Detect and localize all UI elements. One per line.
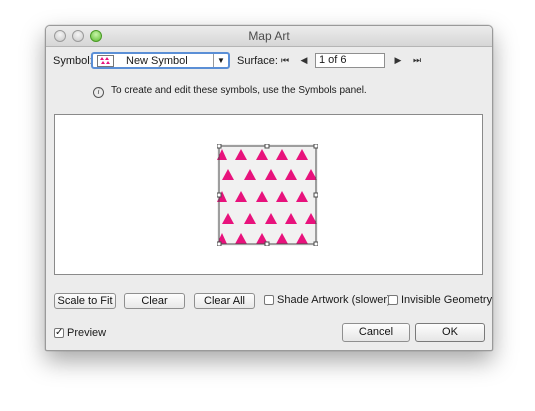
scale-to-fit-button[interactable]: Scale to Fit <box>54 293 116 309</box>
shade-artwork-label: Shade Artwork (slower) <box>277 294 391 306</box>
minimize-window-button[interactable] <box>72 30 84 42</box>
chevron-down-icon: ▼ <box>213 54 228 67</box>
symbol-thumbnail-icon <box>97 55 114 67</box>
preview-checkbox[interactable]: ✓ <box>54 328 64 338</box>
zoom-window-button[interactable] <box>90 30 102 42</box>
symbol-dropdown[interactable]: New Symbol ▼ <box>91 52 230 69</box>
checkmark-icon: ✓ <box>55 327 64 338</box>
shade-artwork-checkbox[interactable] <box>264 295 274 305</box>
clear-all-button[interactable]: Clear All <box>194 293 255 309</box>
ok-button[interactable]: OK <box>415 323 485 342</box>
skip-last-icon[interactable]: ⏭ <box>411 55 423 66</box>
surface-field[interactable]: 1 of 6 <box>315 53 385 68</box>
invisible-geometry-checkbox[interactable] <box>388 295 398 305</box>
close-window-button[interactable] <box>54 30 66 42</box>
symbol-dropdown-value: New Symbol <box>126 55 188 67</box>
artwork-preview-area[interactable] <box>54 114 483 275</box>
preview-label: Preview <box>67 327 107 339</box>
title-bar: Map Art <box>46 26 492 47</box>
invisible-geometry-label: Invisible Geometry <box>401 294 493 306</box>
info-icon: i <box>93 87 104 98</box>
triangle-right-icon[interactable]: ▶ <box>392 55 404 66</box>
symbol-label: Symbol: <box>53 55 93 67</box>
window-title: Map Art <box>248 29 290 43</box>
clear-button[interactable]: Clear <box>124 293 185 309</box>
info-text: To create and edit these symbols, use th… <box>111 85 367 96</box>
cancel-button[interactable]: Cancel <box>342 323 410 342</box>
map-art-dialog: Map Art Symbol: New Symbol ▼ Surface: ⏮ … <box>45 25 493 351</box>
skip-first-icon[interactable]: ⏮ <box>279 55 291 66</box>
triangle-left-icon[interactable]: ◀ <box>298 55 310 66</box>
symbol-artwork[interactable] <box>217 144 318 246</box>
surface-label: Surface: <box>237 55 278 67</box>
